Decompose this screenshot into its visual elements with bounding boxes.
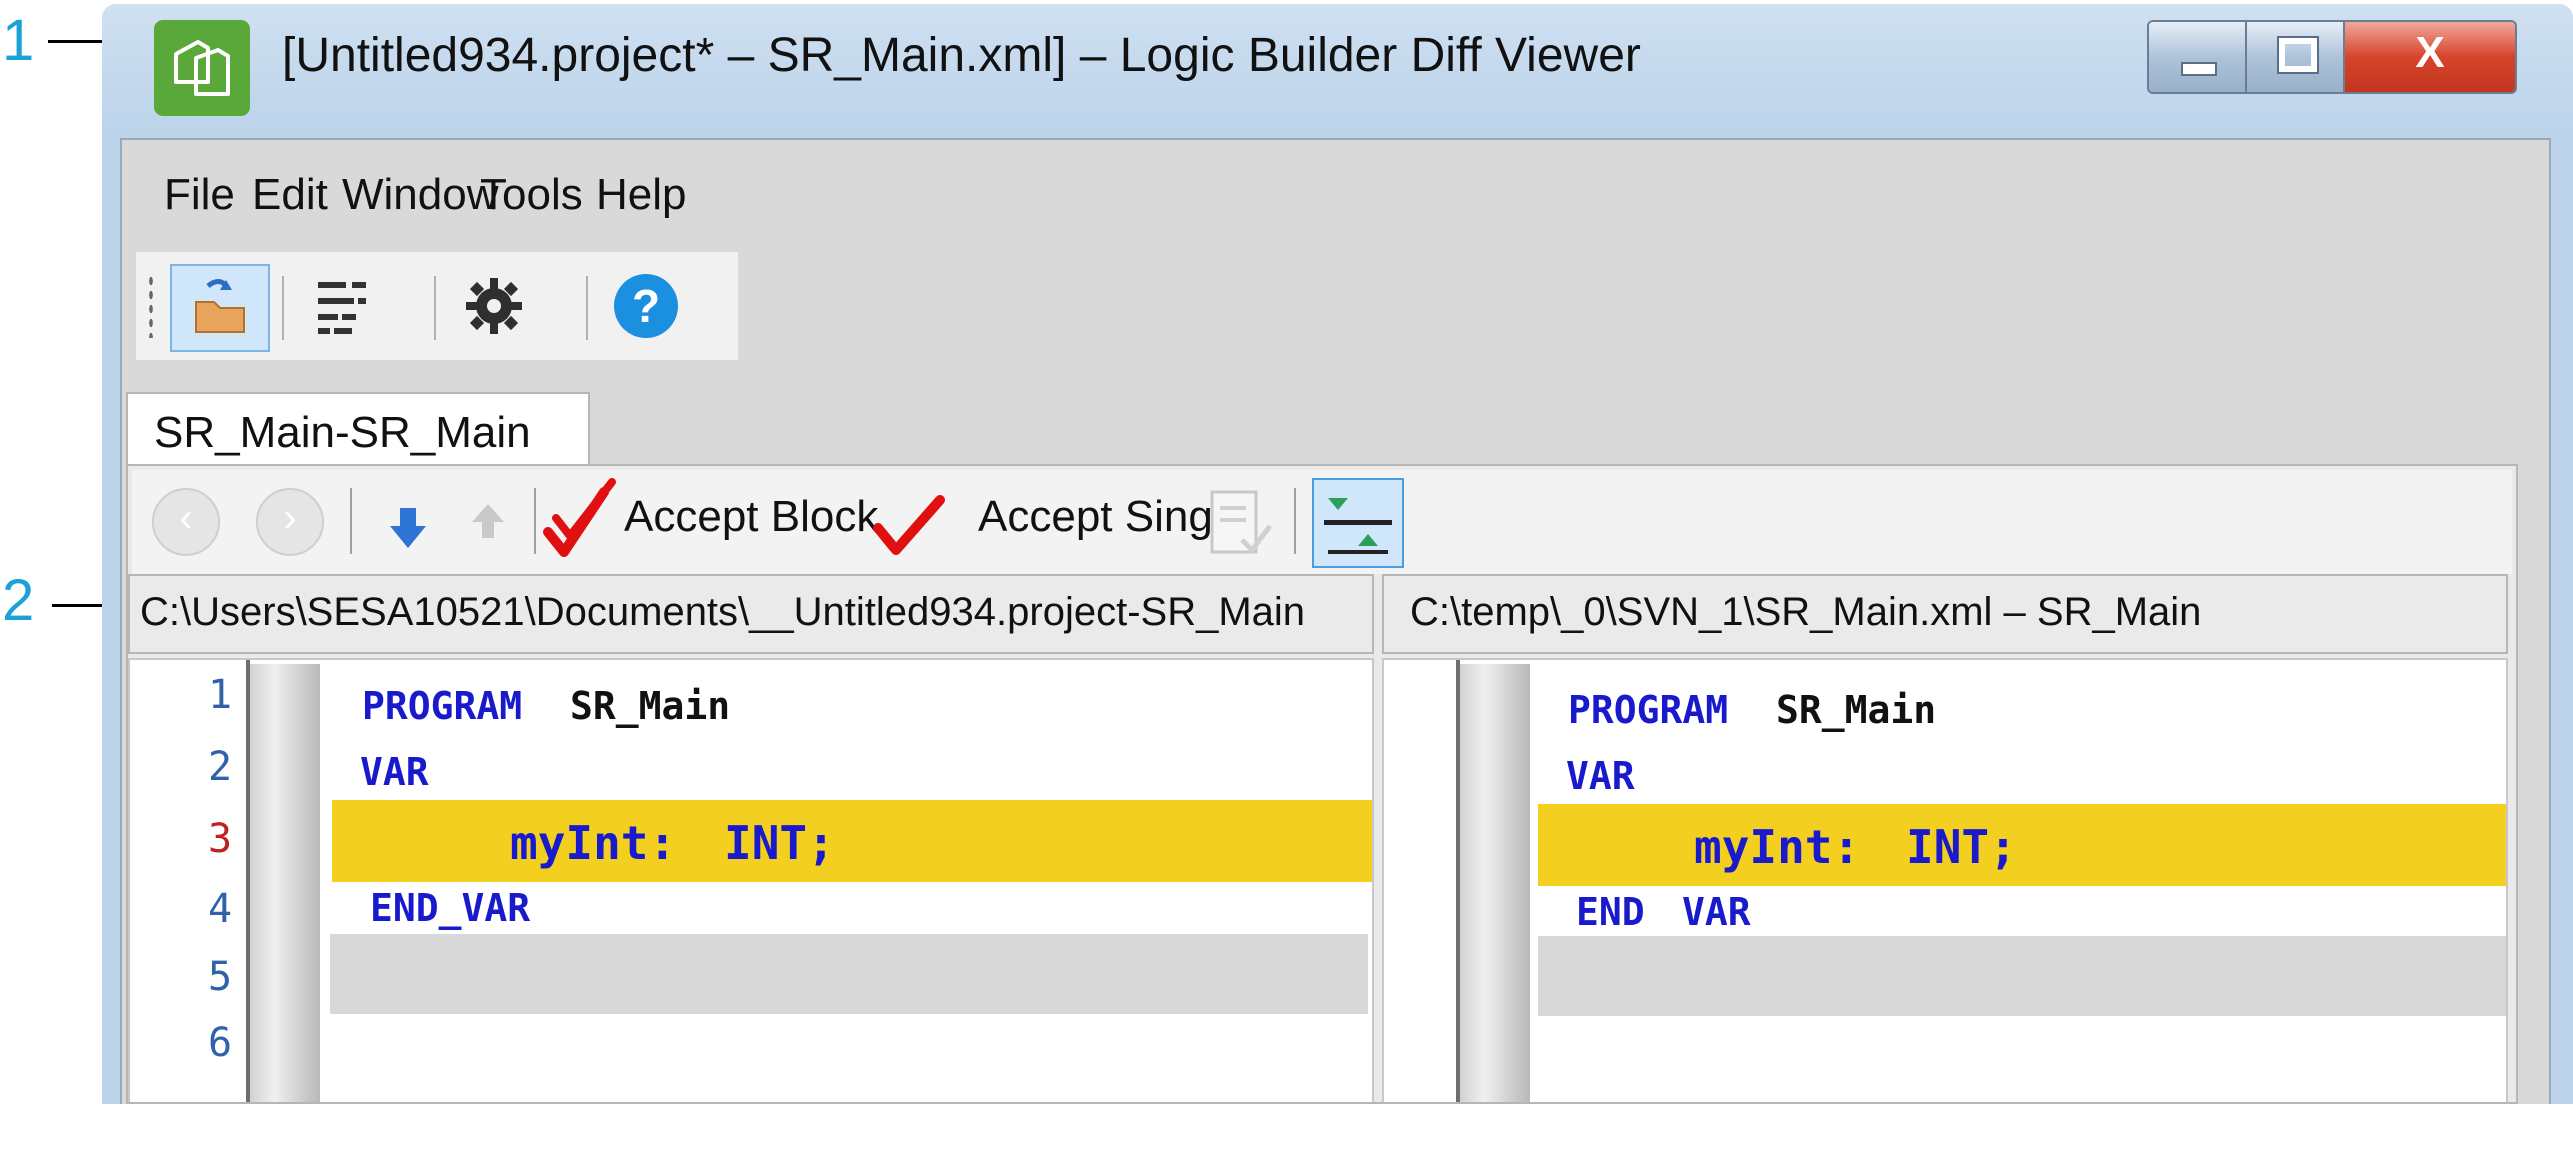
code-keyword: VAR [1566,754,1635,798]
code-keyword: PROGRAM [362,684,523,728]
changed-line-highlight [332,800,1372,882]
help-icon[interactable]: ? [598,264,694,348]
next-icon[interactable]: › [256,488,324,556]
compare-lines-icon[interactable] [294,264,390,348]
missing-line-placeholder [1538,936,2506,1016]
gear-icon[interactable] [446,264,542,348]
svg-text:?: ? [632,280,660,332]
code-keyword: PROGRAM [1568,688,1729,732]
menu-file[interactable]: File [164,170,235,220]
close-icon[interactable]: X [2345,22,2515,92]
diff-toolbar-separator [534,488,536,554]
menu-edit[interactable]: Edit [252,170,328,220]
diff-viewer-window: [Untitled934.project* – SR_Main.xml] – L… [102,4,2573,1104]
code-type: INT; [724,816,835,870]
accept-block-label[interactable]: Accept Block [624,492,878,542]
line-number: 4 [208,886,233,932]
window-controls: X [2147,20,2517,94]
left-code-pane[interactable]: 1 2 3 4 5 6 PROGRAM SR_Main VAR myInt: I… [128,658,1374,1102]
menu-tools[interactable]: Tools [480,170,583,220]
open-folder-icon[interactable] [170,264,270,352]
next-difference-icon[interactable] [372,486,444,558]
code-keyword: VAR [360,750,429,794]
code-keyword: VAR [1682,890,1751,934]
code-identifier: SR_Main [570,684,731,728]
diff-toolbar-separator [350,488,352,554]
gutter [1460,664,1530,1102]
toolbar-separator [282,276,284,340]
accept-single-icon[interactable] [872,486,946,566]
code-identifier-changed: myInt: [510,816,677,870]
line-number: 5 [208,954,233,1000]
diff-panel: ‹ › Accept Block Accept Single C:\Users\… [126,464,2518,1104]
line-number: 6 [208,1020,233,1066]
code-keyword: END [1576,890,1645,934]
toolbar-separator [586,276,588,340]
title-bar[interactable]: [Untitled934.project* – SR_Main.xml] – L… [102,4,2573,134]
code-identifier: SR_Main [1776,688,1937,732]
tab-label: SR_Main-SR_Main [154,408,531,457]
diff-toolbar: ‹ › Accept Block Accept Single [132,470,2512,574]
toggle-view-icon[interactable] [1312,478,1404,568]
code-keyword: END_VAR [370,886,531,930]
menu-help[interactable]: Help [596,170,687,220]
line-number: 2 [208,744,233,790]
main-toolbar: ? [136,252,738,360]
right-code-pane[interactable]: PROGRAM SR_Main VAR myInt: INT; END VAR [1382,658,2508,1102]
menu-window[interactable]: Window [342,170,499,220]
left-path-text: C:\Users\SESA10521\Documents\__Untitled9… [140,590,1306,634]
line-number: 1 [208,672,233,718]
toolbar-separator [434,276,436,340]
previous-icon[interactable]: ‹ [152,488,220,556]
missing-line-placeholder [330,934,1368,1014]
window-title: [Untitled934.project* – SR_Main.xml] – L… [282,29,1641,82]
minimize-icon[interactable] [2149,22,2247,92]
toolbar-grip[interactable] [148,274,154,338]
tab-sr-main[interactable]: SR_Main-SR_Main [126,392,590,468]
diff-toolbar-separator [1294,488,1296,554]
callout-2: 2 [2,568,35,633]
right-path-text: C:\temp\_0\SVN_1\SR_Main.xml – SR_Main [1410,590,2202,634]
accept-document-icon[interactable] [1202,484,1278,564]
right-file-path: C:\temp\_0\SVN_1\SR_Main.xml – SR_Main [1382,574,2508,654]
code-identifier-changed: myInt: [1694,820,1861,874]
callout-1: 1 [2,8,35,73]
gutter [250,664,320,1102]
accept-block-icon[interactable] [542,478,622,566]
changed-line-highlight [1538,804,2506,886]
previous-difference-icon[interactable] [452,486,524,558]
maximize-icon[interactable] [2247,22,2345,92]
left-file-path: C:\Users\SESA10521\Documents\__Untitled9… [128,574,1374,654]
code-type: INT; [1906,820,2017,874]
close-glyph: X [2415,28,2445,77]
documents-icon[interactable] [154,20,250,116]
line-number-changed: 3 [208,816,233,862]
client-area: File Edit Window Tools Help ? SR_Main-SR… [120,138,2551,1104]
